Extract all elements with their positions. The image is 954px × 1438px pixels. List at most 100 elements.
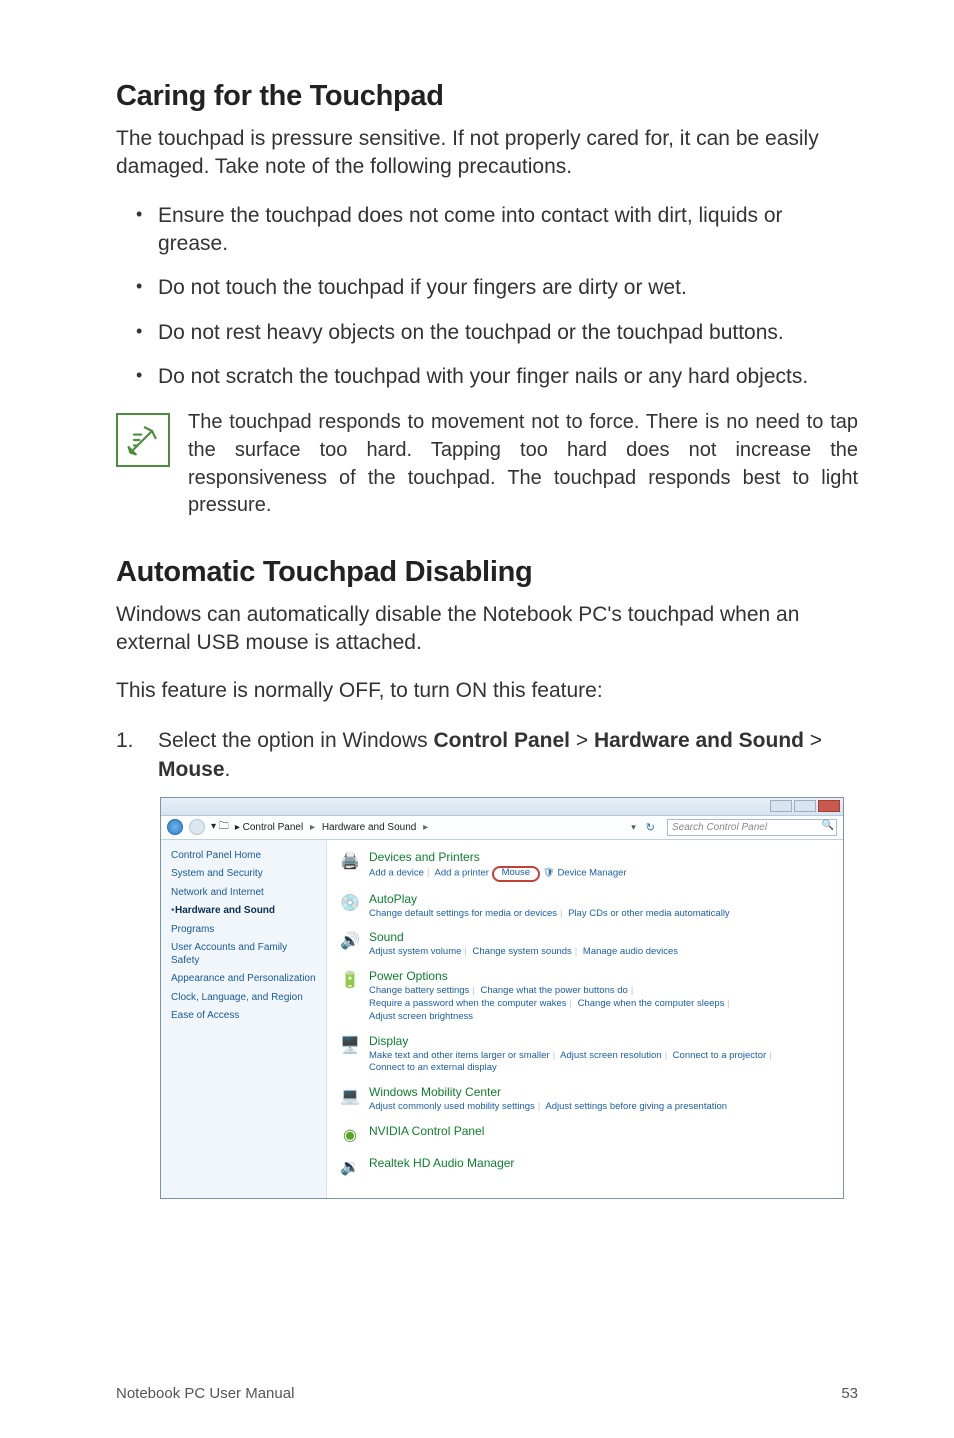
folder-icon: ▾ 🗀 [211,819,229,836]
sidebar-item-appearance[interactable]: Appearance and Personalization [171,973,316,986]
address-bar: ▾ 🗀 ▸ Control Panel ▸ Hardware and Sound… [161,816,843,840]
category-title[interactable]: Display [369,1034,775,1048]
step-bold: Hardware and Sound [594,729,804,752]
nvidia-icon: ◉ [339,1124,361,1146]
manual-page: Caring for the Touchpad The touchpad is … [0,0,954,1438]
intro-paragraph-2: Windows can automatically disable the No… [116,601,858,658]
step-sep: > [570,729,594,752]
link-device-manager[interactable]: Device Manager [557,867,626,878]
note-text: The touchpad responds to movement not to… [188,409,858,519]
step-dot: . [225,758,231,781]
minimize-button[interactable] [770,800,792,812]
category-title[interactable]: Power Options [369,969,733,983]
link[interactable]: Adjust screen brightness [369,1011,473,1022]
window-titlebar [161,798,843,816]
link[interactable]: Adjust settings before giving a presenta… [545,1101,727,1112]
category-title[interactable]: AutoPlay [369,892,730,906]
step-body: Select the option in Windows Control Pan… [158,726,858,785]
link[interactable]: Require a password when the computer wak… [369,998,567,1009]
step-number: 1. [116,726,158,785]
page-footer: Notebook PC User Manual 53 [116,1385,858,1402]
printer-icon: 🖨️ [339,850,361,872]
step-item: 1. Select the option in Windows Control … [116,726,858,785]
page-number: 53 [841,1385,858,1402]
link[interactable]: Change system sounds [473,946,572,957]
sidebar-item-users[interactable]: User Accounts and Family Safety [171,942,316,967]
link[interactable]: Change what the power buttons do [480,985,627,996]
category-sound: 🔊 Sound Adjust system volume| Change sys… [339,930,831,959]
sidebar-item-system[interactable]: System and Security [171,868,316,881]
disc-icon: 💿 [339,892,361,914]
list-item: Ensure the touchpad does not come into c… [136,202,858,259]
window-body: Control Panel Home System and Security N… [161,840,843,1199]
maximize-button[interactable] [794,800,816,812]
note-icon [116,413,170,467]
link[interactable]: Adjust screen resolution [560,1050,661,1061]
link[interactable]: Manage audio devices [583,946,678,957]
link[interactable]: Connect to a projector [673,1050,766,1061]
sidebar: Control Panel Home System and Security N… [161,840,327,1199]
link[interactable]: Make text and other items larger or smal… [369,1050,550,1061]
link[interactable]: Change when the computer sleeps [578,998,725,1009]
link[interactable]: Adjust commonly used mobility settings [369,1101,535,1112]
search-placeholder: Search Control Panel [672,822,767,833]
list-item: Do not rest heavy objects on the touchpa… [136,319,858,347]
link[interactable]: Adjust system volume [369,946,461,957]
step-text: Select the option in Windows [158,729,433,752]
realtek-icon: 🔉 [339,1156,361,1178]
category-title[interactable]: Sound [369,930,678,944]
mouse-link-circled[interactable]: Mouse [492,866,541,882]
close-button[interactable] [818,800,840,812]
main-panel: 🖨️ Devices and Printers Add a device| Ad… [327,840,843,1199]
intro-paragraph-3: This feature is normally OFF, to turn ON… [116,677,858,705]
link-add-printer[interactable]: Add a printer [435,867,489,878]
sidebar-item-ease[interactable]: Ease of Access [171,1010,316,1023]
category-power: 🔋 Power Options Change battery settings|… [339,969,831,1023]
category-title[interactable]: NVIDIA Control Panel [369,1124,484,1138]
link[interactable]: Connect to an external display [369,1062,497,1073]
sidebar-item-clock[interactable]: Clock, Language, and Region [171,992,316,1005]
sidebar-item-home[interactable]: Control Panel Home [171,850,316,863]
forward-button[interactable] [189,819,205,835]
precaution-list: Ensure the touchpad does not come into c… [116,202,858,392]
sidebar-item-programs[interactable]: Programs [171,924,316,937]
step-list: 1. Select the option in Windows Control … [116,726,858,785]
breadcrumb[interactable]: ▸ Control Panel ▸ Hardware and Sound ▸ [235,822,432,833]
list-item: Do not scratch the touchpad with your fi… [136,363,858,391]
step-bold: Control Panel [433,729,570,752]
power-icon: 🔋 [339,969,361,991]
step-sep: > [804,729,822,752]
intro-paragraph-1: The touchpad is pressure sensitive. If n… [116,125,858,182]
footer-title: Notebook PC User Manual [116,1385,294,1402]
sidebar-item-network[interactable]: Network and Internet [171,887,316,900]
link-add-device[interactable]: Add a device [369,867,424,878]
category-nvidia: ◉ NVIDIA Control Panel [339,1124,831,1146]
step-bold: Mouse [158,758,225,781]
speaker-icon: 🔊 [339,930,361,952]
note-block: The touchpad responds to movement not to… [116,409,858,519]
breadcrumb-current[interactable]: Hardware and Sound [322,822,417,833]
category-title[interactable]: Windows Mobility Center [369,1085,727,1099]
link[interactable]: Play CDs or other media automatically [568,908,730,919]
link[interactable]: Change battery settings [369,985,469,996]
control-panel-window: ▾ 🗀 ▸ Control Panel ▸ Hardware and Sound… [160,797,844,1200]
breadcrumb-root[interactable]: Control Panel [243,822,304,833]
link[interactable]: Change default settings for media or dev… [369,908,557,919]
mobility-icon: 💻 [339,1085,361,1107]
category-title[interactable]: Devices and Printers [369,850,627,864]
category-display: 🖥️ Display Make text and other items lar… [339,1034,831,1076]
back-button[interactable] [167,819,183,835]
display-icon: 🖥️ [339,1034,361,1056]
screenshot-wrap: ▾ 🗀 ▸ Control Panel ▸ Hardware and Sound… [160,797,858,1200]
heading-auto-disable: Automatic Touchpad Disabling [116,556,858,589]
heading-caring: Caring for the Touchpad [116,80,858,113]
list-item: Do not touch the touchpad if your finger… [136,274,858,302]
category-devices: 🖨️ Devices and Printers Add a device| Ad… [339,850,831,882]
category-realtek: 🔉 Realtek HD Audio Manager [339,1156,831,1178]
sidebar-item-hardware[interactable]: Hardware and Sound [171,905,316,918]
category-autoplay: 💿 AutoPlay Change default settings for m… [339,892,831,921]
category-title[interactable]: Realtek HD Audio Manager [369,1156,514,1170]
search-input[interactable]: Search Control Panel [667,819,837,836]
shield-icon: 🛡 [543,867,555,878]
category-mobility: 💻 Windows Mobility Center Adjust commonl… [339,1085,831,1114]
